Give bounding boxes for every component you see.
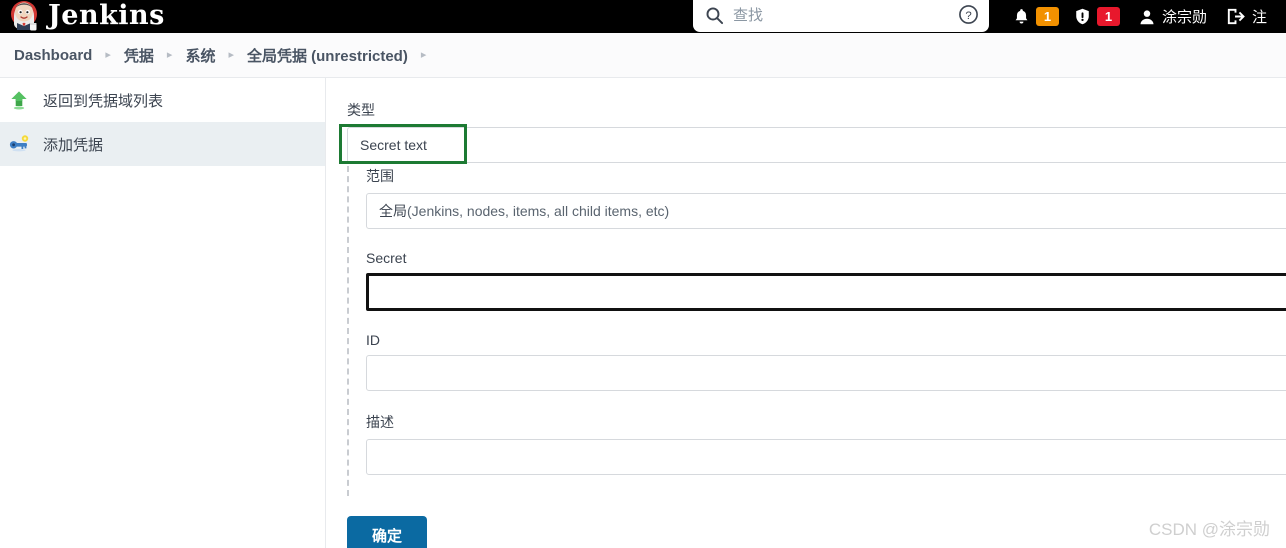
logout-arrow-icon [1225,6,1246,27]
header-actions: 1 1 涂宗勋 注 [1008,0,1271,33]
key-icon [8,133,30,155]
secret-field-group: Secret [366,250,1286,311]
scope-field-group: 范围 全局 (Jenkins, nodes, items, all child … [366,166,1286,229]
credential-fields-group: 范围 全局 (Jenkins, nodes, items, all child … [347,166,1286,496]
jenkins-butler-logo-icon [8,0,42,33]
description-label: 描述 [366,414,394,430]
notification-count-badge: 1 [1036,7,1059,26]
breadcrumb-item-credentials[interactable]: 凭据 [124,45,154,66]
green-up-arrow-icon [8,89,30,111]
sidebar-item-back-to-domain-list[interactable]: 返回到凭据域列表 [0,78,325,122]
logout-button[interactable]: 注 [1221,0,1271,33]
search-input[interactable] [733,5,958,25]
type-label: 类型 [347,102,375,118]
breadcrumb-separator-icon: ▸ [166,48,173,61]
scope-select-value-strong: 全局 [379,203,407,219]
shield-exclamation-icon [1073,7,1092,26]
user-name-label: 涂宗勋 [1162,9,1208,26]
breadcrumb: Dashboard ▸ 凭据 ▸ 系统 ▸ 全局凭据 (unrestricted… [0,33,1286,78]
description-input[interactable] [366,439,1286,475]
id-field-group: ID [366,332,1286,391]
type-select-value: Secret text [360,137,427,153]
id-label: ID [366,332,380,348]
bell-icon [1012,7,1031,26]
sidebar-item-label: 添加凭据 [43,136,104,154]
security-warnings-button[interactable]: 1 [1069,0,1124,33]
scope-select-value-rest: (Jenkins, nodes, items, all child items,… [407,203,670,219]
sidebar: 返回到凭据域列表 添加凭据 [0,78,326,548]
user-menu-button[interactable]: 涂宗勋 [1134,0,1211,33]
secret-input[interactable] [366,273,1286,311]
breadcrumb-item-global-credentials[interactable]: 全局凭据 (unrestricted) [247,45,408,66]
search-icon [705,6,724,25]
type-field-group: 类型 Secret text [347,100,1286,163]
security-count-badge: 1 [1097,7,1120,26]
breadcrumb-separator-icon: ▸ [105,48,111,61]
breadcrumb-separator-icon: ▸ [420,48,427,61]
logout-label: 注 [1252,9,1268,26]
sidebar-item-label: 返回到凭据域列表 [43,92,164,110]
person-icon [1138,8,1156,26]
brand-title: Jenkins [48,0,165,31]
secret-label: Secret [366,250,407,266]
sidebar-item-add-credentials[interactable]: 添加凭据 [0,122,325,166]
submit-button[interactable]: 确定 [347,516,428,548]
id-input[interactable] [366,355,1286,391]
breadcrumb-separator-icon: ▸ [228,48,234,61]
scope-select[interactable]: 全局 (Jenkins, nodes, items, all child ite… [366,193,1286,229]
breadcrumb-item-dashboard[interactable]: Dashboard [14,47,92,64]
scope-label: 范围 [366,168,394,184]
breadcrumb-item-system[interactable]: 系统 [185,45,215,66]
svg-text:?: ? [965,10,971,22]
form-actions: 确定 [347,516,428,548]
csdn-watermark: CSDN @涂宗勋 [1148,520,1270,539]
brand-link[interactable]: Jenkins [8,0,165,33]
search-box[interactable]: ? [693,0,989,32]
help-circle-icon[interactable]: ? [958,4,979,25]
notifications-button[interactable]: 1 [1008,0,1063,33]
description-field-group: 描述 [366,412,1286,475]
credentials-form: 类型 Secret text 范围 全局 (Jenkins, nodes, it… [326,78,1286,548]
type-select[interactable]: Secret text [347,127,1286,163]
